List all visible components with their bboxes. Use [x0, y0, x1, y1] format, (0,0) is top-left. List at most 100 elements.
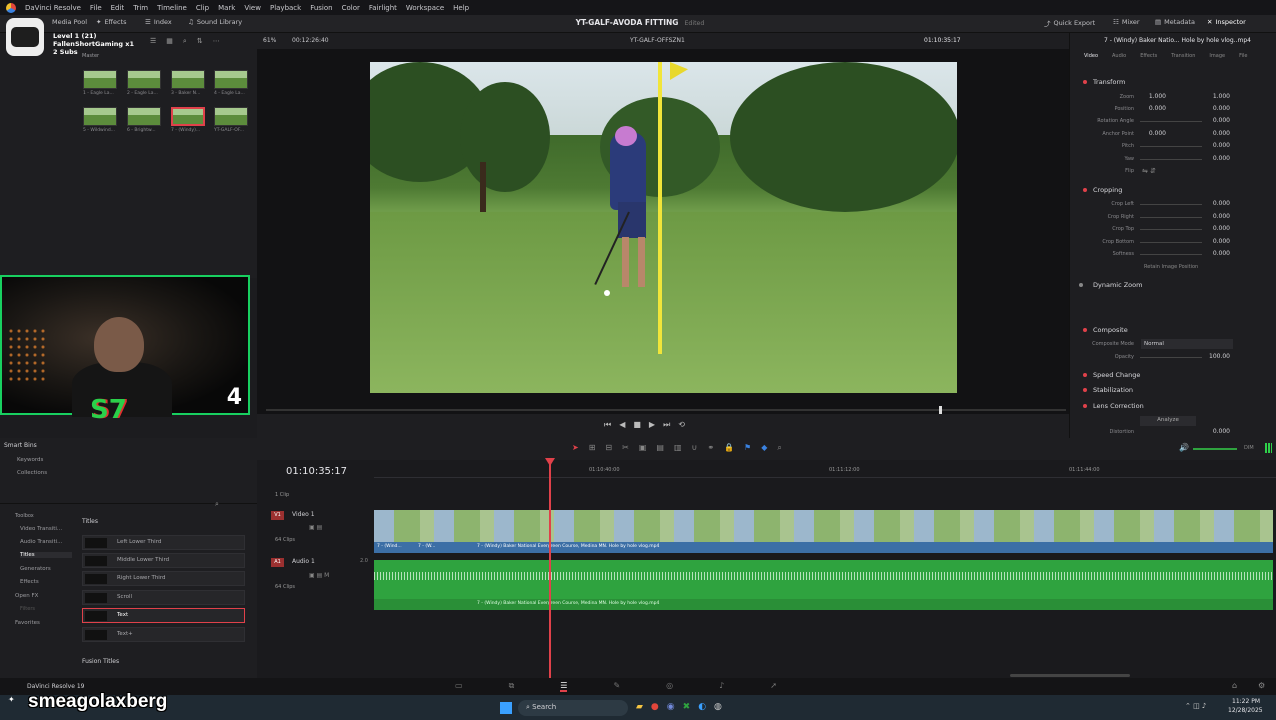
clip-thumb-4[interactable] [214, 70, 248, 89]
position-lock-icon[interactable]: 🔒 [724, 443, 734, 453]
clock-time[interactable]: 11:22 PM [1232, 698, 1260, 705]
search-icon[interactable]: ⌕ [183, 37, 187, 46]
fx-toolbox[interactable]: Toolbox [15, 513, 34, 519]
dynamic-trim-icon[interactable]: ⊟ [605, 443, 612, 453]
title-left-lower-third[interactable]: Left Lower Third [82, 535, 245, 550]
transform-header[interactable]: Transform [1093, 78, 1125, 86]
snapping-icon[interactable]: ∪ [692, 443, 698, 453]
fx-titles[interactable]: Titles [20, 552, 72, 558]
cropping-enabled[interactable] [1083, 188, 1087, 192]
clip-thumb-2[interactable] [127, 70, 161, 89]
playhead[interactable] [549, 460, 551, 678]
inspector-button[interactable]: ✕ Inspector [1207, 18, 1246, 26]
flag-icon[interactable]: ⚑ [744, 443, 751, 453]
anchor-y[interactable]: 0.000 [1204, 130, 1230, 137]
menu-timeline[interactable]: Timeline [157, 4, 187, 12]
fx-effects[interactable]: Effects [20, 579, 39, 585]
cut-page-icon[interactable]: ⧉ [509, 681, 515, 692]
position-x[interactable]: 0.000 [1140, 105, 1166, 112]
tab-image[interactable]: Image [1209, 53, 1225, 59]
taskbar-search[interactable]: ⌕ Search [518, 700, 628, 716]
menu-color[interactable]: Color [342, 4, 360, 12]
menu-trim[interactable]: Trim [133, 4, 148, 12]
yaw-value[interactable]: 0.000 [1204, 155, 1230, 162]
lens-correction-enabled[interactable] [1083, 404, 1087, 408]
timeline-scrollbar[interactable] [1010, 674, 1130, 677]
clock-date[interactable]: 12/28/2025 [1228, 707, 1263, 714]
quick-export-button[interactable]: ⤴ Quick Export [1044, 18, 1095, 28]
bin-master[interactable]: Master [82, 53, 99, 59]
menu-playback[interactable]: Playback [270, 4, 301, 12]
timeline-selector[interactable]: YT-GALF-OFFSZN1 [630, 37, 685, 44]
fx-generators[interactable]: Generators [20, 566, 51, 572]
more-icon[interactable]: ⋯ [213, 37, 220, 46]
fusion-page-icon[interactable]: ✎ [613, 681, 620, 692]
fx-search-icon[interactable]: ⌕ [215, 500, 219, 509]
softness-value[interactable]: 0.000 [1204, 250, 1230, 257]
track-video1-name[interactable]: Video 1 [292, 511, 315, 518]
system-tray-icons[interactable]: ⌃ ◫ ♪ [1185, 702, 1206, 710]
fusion-titles-header[interactable]: Fusion Titles [82, 658, 119, 665]
edit-page-icon[interactable]: ☰ [560, 681, 568, 692]
yaw-slider[interactable] [1140, 159, 1202, 160]
video-frame[interactable] [370, 62, 957, 393]
menu-fusion[interactable]: Fusion [310, 4, 332, 12]
tab-transition[interactable]: Transition [1171, 53, 1195, 59]
cropping-header[interactable]: Cropping [1093, 186, 1122, 194]
track-v1-badge[interactable]: V1 [271, 511, 284, 520]
title-middle-lower-third[interactable]: Middle Lower Third [82, 553, 245, 568]
timeline-ruler[interactable] [374, 464, 1276, 478]
stabilization-enabled[interactable] [1083, 388, 1087, 392]
viewer-scrubber[interactable] [266, 409, 1066, 411]
position-y[interactable]: 0.000 [1204, 105, 1230, 112]
tab-audio[interactable]: Audio [1112, 53, 1126, 59]
softness-slider[interactable] [1140, 254, 1202, 255]
analyze-button[interactable]: Analyze [1140, 416, 1196, 426]
skip-end-icon[interactable]: ⏭ [663, 420, 670, 430]
file-explorer-icon[interactable]: ▰ [636, 702, 643, 712]
crop-left-slider[interactable] [1140, 204, 1202, 205]
scrubber-handle[interactable] [939, 406, 942, 414]
bin-collections[interactable]: Collections [17, 470, 47, 476]
crop-left-value[interactable]: 0.000 [1204, 200, 1230, 207]
opacity-value[interactable]: 100.00 [1204, 353, 1230, 360]
media-page-icon[interactable]: ▭ [455, 681, 463, 692]
composite-header[interactable]: Composite [1093, 326, 1128, 334]
clip-thumb-5[interactable] [83, 107, 117, 126]
clip-thumb-6[interactable] [127, 107, 161, 126]
fx-filters[interactable]: Filters [20, 606, 35, 612]
crop-right-slider[interactable] [1140, 217, 1202, 218]
pitch-value[interactable]: 0.000 [1204, 142, 1230, 149]
dynamic-zoom-toggle[interactable] [1079, 283, 1083, 287]
effects-button[interactable]: ✦ Effects [96, 18, 127, 26]
composite-enabled[interactable] [1083, 328, 1087, 332]
fx-open-fx[interactable]: Open FX [15, 593, 38, 599]
discord-icon[interactable]: ◉ [667, 702, 675, 712]
zoom-y[interactable]: 1.000 [1204, 93, 1230, 100]
transform-enabled[interactable] [1083, 80, 1087, 84]
sound-library-button[interactable]: ♫ Sound Library [188, 18, 242, 26]
anchor-x[interactable]: 0.000 [1140, 130, 1166, 137]
zoom-icon[interactable]: ⌕ [777, 443, 781, 453]
menu-workspace[interactable]: Workspace [406, 4, 444, 12]
retain-image-position[interactable]: Retain Image Position [1144, 264, 1198, 270]
home-icon[interactable]: ⌂ [1232, 681, 1237, 690]
crop-top-slider[interactable] [1140, 229, 1202, 230]
flip-icons[interactable]: ⇋ ⇵ [1142, 167, 1156, 175]
audio-clip[interactable]: 7 - (Windy) Baker National Evergreen Cou… [374, 560, 1273, 610]
menu-edit[interactable]: Edit [111, 4, 125, 12]
rotation-slider[interactable] [1140, 121, 1202, 122]
clip-thumb-7-selected[interactable] [171, 107, 205, 126]
volume-icon[interactable]: 🔊 [1179, 443, 1189, 452]
color-page-icon[interactable]: ◎ [666, 681, 673, 692]
skip-start-icon[interactable]: ⏮ [604, 420, 611, 430]
blade-tool-icon[interactable]: ✂ [622, 443, 629, 453]
menu-help[interactable]: Help [453, 4, 469, 12]
linked-selection-icon[interactable]: ⚭ [707, 443, 714, 453]
video-clip[interactable] [374, 510, 1273, 542]
crop-bottom-value[interactable]: 0.000 [1204, 238, 1230, 245]
deliver-page-icon[interactable]: ➚ [770, 681, 777, 692]
zoom-x[interactable]: 1.000 [1140, 93, 1166, 100]
insert-clip-icon[interactable]: ▣ [639, 443, 647, 453]
xbox-icon[interactable]: ✖ [683, 702, 691, 712]
